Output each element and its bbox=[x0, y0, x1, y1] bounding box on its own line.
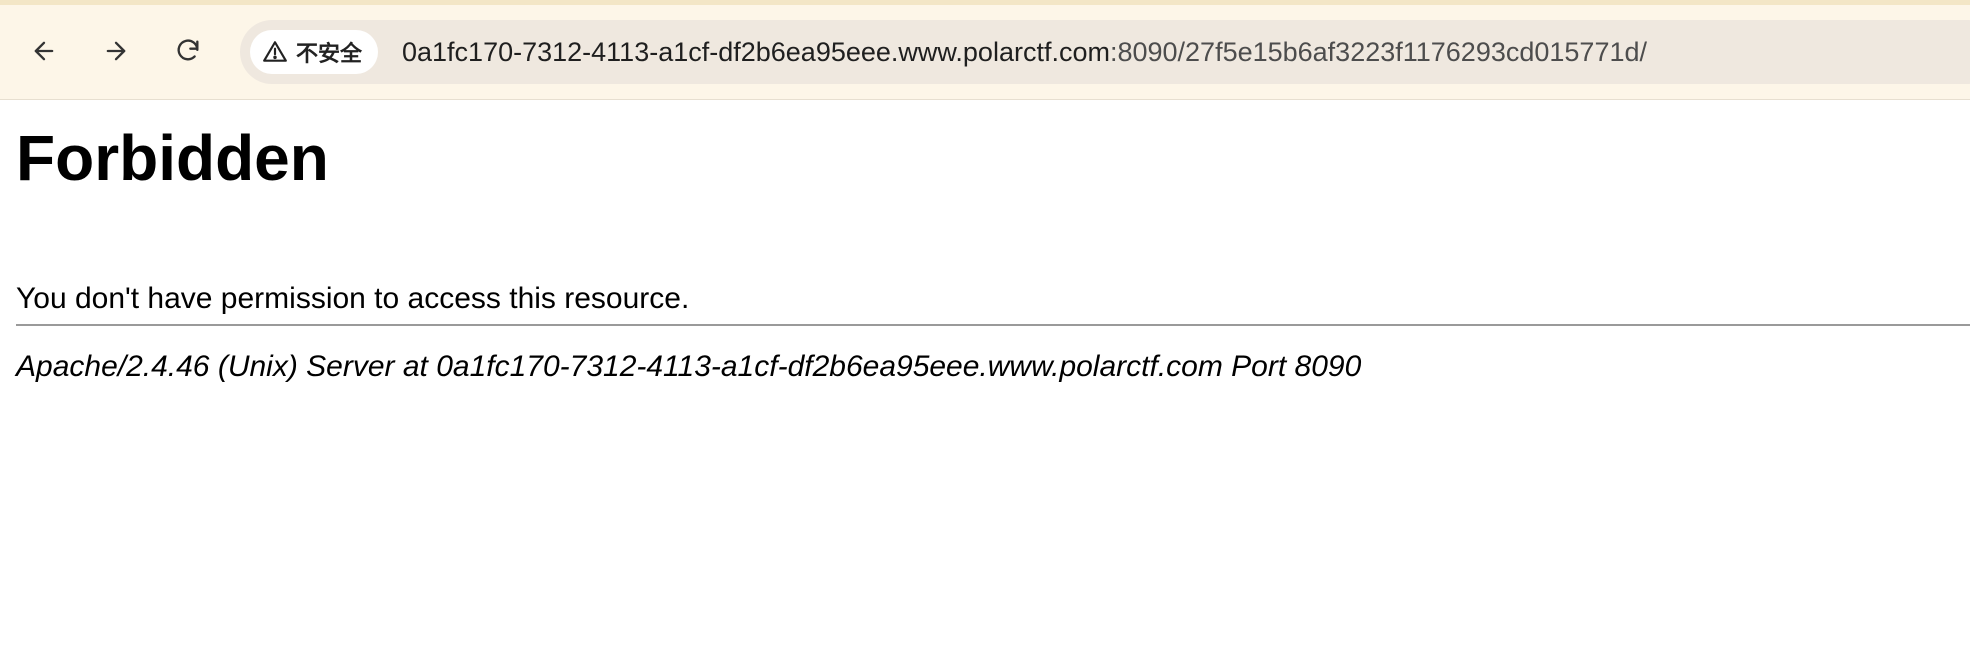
server-signature: Apache/2.4.46 (Unix) Server at 0a1fc170-… bbox=[16, 350, 1362, 383]
url-text[interactable]: 0a1fc170-7312-4113-a1cf-df2b6ea95eee.www… bbox=[402, 20, 1647, 84]
error-message: You don't have permission to access this… bbox=[16, 282, 690, 315]
url-host: 0a1fc170-7312-4113-a1cf-df2b6ea95eee.www… bbox=[402, 37, 1110, 67]
arrow-left-icon bbox=[34, 41, 54, 61]
security-label: 不安全 bbox=[296, 42, 363, 67]
arrow-right-icon bbox=[106, 41, 126, 61]
security-indicator[interactable]: 不安全 bbox=[250, 30, 379, 74]
warning-icon bbox=[263, 41, 287, 62]
url-path: :8090/27f5e15b6af3223f1176293cd015771d/ bbox=[1109, 37, 1647, 67]
browser-toolbar: 不安全 0a1fc170-7312-4113-a1cf-df2b6ea95eee… bbox=[0, 0, 1970, 100]
address-bar[interactable]: 不安全 0a1fc170-7312-4113-a1cf-df2b6ea95eee… bbox=[240, 20, 1970, 84]
toolbar-accent-line bbox=[0, 0, 1970, 5]
forward-button[interactable] bbox=[95, 30, 137, 72]
page-title: Forbidden bbox=[16, 122, 329, 194]
divider bbox=[16, 324, 1970, 326]
reload-button[interactable] bbox=[167, 30, 209, 72]
back-button[interactable] bbox=[23, 30, 65, 72]
reload-icon bbox=[177, 39, 199, 61]
